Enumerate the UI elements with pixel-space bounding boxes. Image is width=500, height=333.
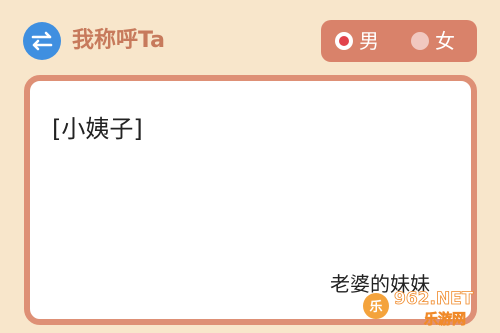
watermark-logo: 乐 962.NET 乐游网 [363, 289, 474, 328]
svg-text:乐: 乐 [369, 299, 382, 315]
header: 我称呼Ta 男 女 [0, 0, 500, 78]
radio-unchecked-icon[interactable] [411, 32, 429, 50]
gender-option-male[interactable]: 男 [335, 20, 379, 62]
page-title: 我称呼Ta [72, 28, 166, 53]
radio-checked-icon[interactable] [335, 32, 353, 50]
gender-selector: 男 女 [321, 20, 477, 62]
watermark-text-top: 962.NET [394, 289, 474, 309]
watermark-text-bottom: 乐游网 [424, 311, 466, 328]
swap-button[interactable] [23, 22, 61, 60]
relation-term: [小姨子] [52, 115, 143, 143]
gender-label-female: 女 [435, 29, 455, 53]
swap-icon [31, 31, 53, 51]
gender-option-female[interactable]: 女 [411, 20, 455, 62]
gender-label-male: 男 [359, 29, 379, 53]
